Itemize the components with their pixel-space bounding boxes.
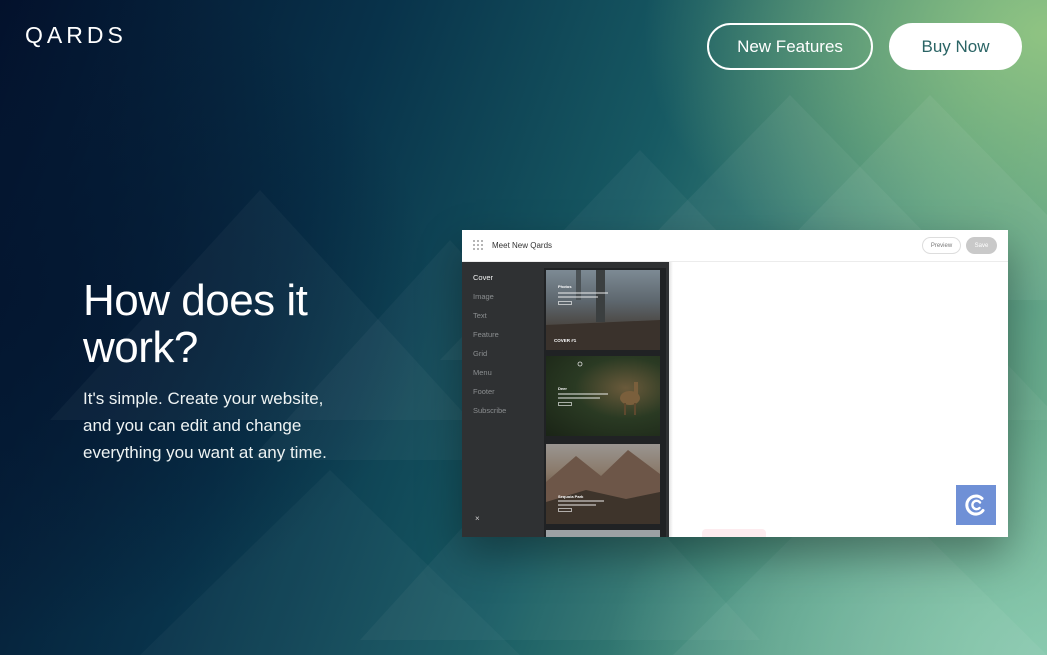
template-button <box>558 402 572 406</box>
editor-menu-item-feature: Feature <box>473 330 499 339</box>
editor-menu-item-subscribe: Subscribe <box>473 406 507 415</box>
editor-sidebar: Cover Image Text Feature Grid Menu Foote… <box>462 262 669 537</box>
editor-menu-item-footer: Footer <box>473 387 495 396</box>
template-thumbnail <box>546 530 660 537</box>
canvas-block-hint <box>702 529 766 537</box>
template-title: Sequoia Park <box>558 494 584 499</box>
canvas-shadow <box>669 262 673 537</box>
mountain-silhouette <box>546 450 660 524</box>
close-icon: × <box>475 514 480 523</box>
template-text-line <box>558 504 596 506</box>
template-button <box>558 301 572 305</box>
template-thumbnail: Deer <box>546 356 660 436</box>
editor-preview-button: Preview <box>922 237 961 254</box>
template-text-line <box>558 393 608 395</box>
editor-save-button: Save <box>966 237 997 254</box>
header-nav: New Features Buy Now <box>707 23 1022 70</box>
editor-screenshot: Meet New Qards Preview Save Cover Image … <box>462 230 1008 537</box>
hero-description: It's simple. Create your website, and yo… <box>83 389 327 462</box>
editor-menu-item-image: Image <box>473 292 494 301</box>
template-label: COVER #1 <box>554 338 577 343</box>
editor-menu-item-text: Text <box>473 311 487 320</box>
template-text-line <box>558 292 608 294</box>
deer-silhouette <box>577 361 640 415</box>
cover-templates-panel: Photos COVER #1 Deer Sequoia Park <box>544 268 666 537</box>
editor-menu-item-cover: Cover <box>473 273 494 282</box>
hero-title: How does it work? <box>83 276 308 372</box>
editor-toolbar: Meet New Qards Preview Save <box>462 230 1008 262</box>
template-text-line <box>558 397 600 399</box>
qards-chat-icon <box>965 494 985 516</box>
buy-now-button[interactable]: Buy Now <box>889 23 1022 70</box>
template-button <box>558 508 572 512</box>
chat-support-button[interactable] <box>956 485 996 525</box>
editor-block-menu: Cover Image Text Feature Grid Menu Foote… <box>473 272 506 424</box>
editor-menu-item-menu: Menu <box>473 368 492 377</box>
editor-title: Meet New Qards <box>492 241 553 250</box>
template-text-line <box>558 500 604 502</box>
qards-logo[interactable]: QARDS <box>25 22 127 49</box>
template-title: Photos <box>558 284 572 289</box>
editor-menu-item-grid: Grid <box>473 349 488 358</box>
template-thumbnail: Photos COVER #1 <box>546 270 660 350</box>
template-thumbnail: Sequoia Park <box>546 444 660 524</box>
template-text-line <box>558 296 598 298</box>
new-features-button[interactable]: New Features <box>707 23 873 70</box>
grid-menu-icon <box>473 240 483 250</box>
template-title: Deer <box>558 386 567 391</box>
